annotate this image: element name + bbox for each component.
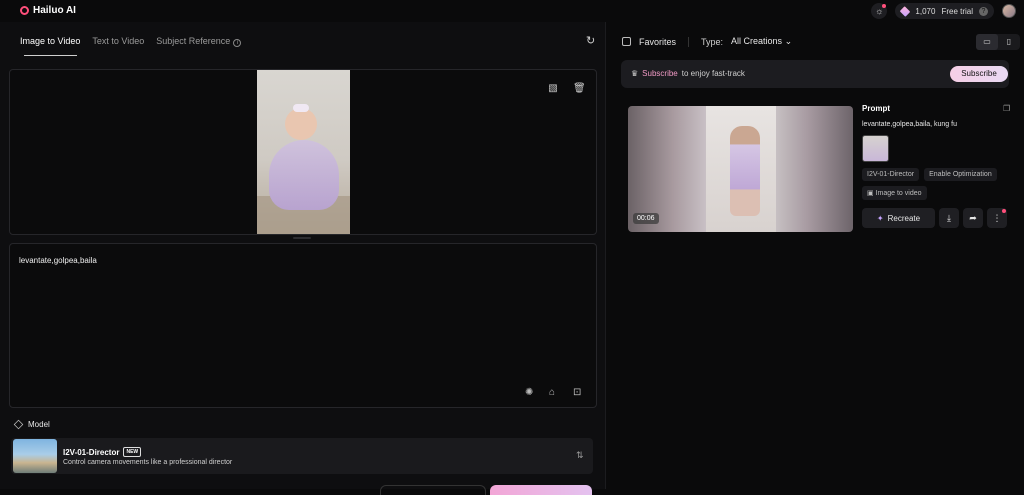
video-meta: Prompt ❐ levantate,golpea,baila, kung fu… (862, 104, 1012, 228)
camera-movement-icon[interactable]: ⊡ (573, 387, 581, 398)
left-panel: Image to Video Text to Video Subject Ref… (0, 22, 605, 495)
gem-icon (900, 5, 911, 17)
camera-icon[interactable]: ⌂ (549, 387, 555, 398)
reset-icon[interactable]: ↻ (586, 34, 595, 47)
user-avatar[interactable] (1002, 4, 1016, 18)
notification-button[interactable]: ☼ (871, 3, 888, 19)
video-preview[interactable]: 00:06 (628, 106, 853, 232)
video-tags: I2V-01-Director Enable Optimization ▣ Im… (862, 168, 1012, 200)
model-section-label: Model (13, 419, 50, 430)
model-name: I2V-01-Director NEW (63, 447, 142, 457)
chip-model: I2V-01-Director (862, 168, 920, 181)
app-logo[interactable]: Hailuo AI (20, 5, 76, 16)
filter-separator (688, 36, 690, 47)
hailuo-logo-icon (20, 6, 29, 15)
sparkle-icon: ✦ (876, 213, 884, 223)
type-dropdown[interactable]: All Creations ⌄ (731, 36, 792, 47)
help-icon[interactable]: ? (979, 6, 988, 16)
subscribe-link[interactable]: Subscribe (642, 69, 678, 78)
tab-image-to-video[interactable]: Image to Video (20, 36, 80, 47)
info-icon[interactable]: i (233, 39, 242, 47)
type-value: All Creations (731, 36, 783, 46)
credits-count: 1,070 (915, 6, 936, 16)
image-bow (293, 104, 309, 112)
chip-mode-label: Image to video (875, 190, 922, 197)
video-subject (730, 126, 760, 216)
model-selector[interactable]: I2V-01-Director NEW Control camera movem… (11, 438, 593, 474)
generate-button[interactable] (490, 485, 592, 495)
source-image-thumbnail[interactable] (862, 135, 889, 162)
share-icon: ➦ (969, 213, 977, 223)
subscribe-rest: to enjoy fast-track (681, 69, 745, 78)
swap-icon[interactable]: ⇅ (576, 450, 584, 461)
magic-sparkle-icon[interactable]: ✺ (525, 387, 533, 398)
new-badge: NEW (123, 447, 142, 457)
active-tab-underline (24, 55, 77, 56)
image-icon: ▣ (867, 190, 874, 197)
share-button[interactable]: ➦ (963, 208, 983, 228)
model-description: Control camera movements like a professi… (63, 459, 233, 466)
replace-image-icon[interactable]: ▧ (547, 83, 559, 95)
video-prompt-text: levantate,golpea,baila, kung fu (862, 121, 957, 128)
mode-tabs: Image to Video Text to Video Subject Ref… (20, 36, 242, 47)
image-upload-area[interactable]: ▧ 🗑 (9, 69, 597, 235)
right-panel: Favorites Type: All Creations ⌄ ▭ ▯ ♛ Su… (606, 22, 1024, 489)
notification-dot (882, 4, 887, 8)
credits-pill[interactable]: 1,070 Free trial ? (895, 3, 994, 19)
video-actions: ✦ Recreate ⤓ ➦ ⋮ (862, 208, 1012, 228)
delete-image-icon[interactable]: 🗑 (573, 83, 586, 95)
chevron-down-icon: ⌄ (784, 36, 793, 46)
top-bar: Hailuo AI ☼ 1,070 Free trial ? (0, 0, 1024, 22)
secondary-action-button[interactable] (380, 485, 486, 495)
tab-subject-reference-label: Subject Reference (156, 36, 231, 46)
image-dress (269, 140, 339, 210)
more-button[interactable]: ⋮ (987, 208, 1007, 228)
prompt-heading: Prompt (862, 104, 890, 113)
favorites-checkbox[interactable] (622, 37, 631, 46)
recreate-label: Recreate (887, 213, 921, 223)
subscribe-banner: ♛ Subscribe to enjoy fast-track Subscrib… (621, 60, 1009, 88)
image-head (285, 108, 317, 140)
more-dot (1002, 209, 1006, 213)
download-icon: ⤓ (947, 213, 951, 223)
recreate-button[interactable]: ✦ Recreate (862, 208, 935, 228)
prompt-textarea[interactable]: levantate,golpea,baila ✺ ⌂ ⊡ (9, 243, 597, 408)
video-duration: 00:06 (633, 213, 659, 224)
model-thumbnail (13, 439, 57, 473)
subscribe-button[interactable]: Subscribe (950, 66, 1008, 82)
chip-mode: ▣ Image to video (862, 186, 927, 200)
top-right-controls: ☼ 1,070 Free trial ? (871, 3, 1016, 19)
type-label: Type: (701, 36, 724, 47)
resize-handle[interactable] (293, 237, 311, 239)
crown-icon: ♛ (631, 69, 639, 78)
app-name: Hailuo AI (33, 5, 76, 16)
tab-subject-reference[interactable]: Subject Reference i (156, 36, 242, 47)
list-view-icon[interactable]: ▯ (998, 34, 1020, 50)
chip-optimization: Enable Optimization (924, 168, 997, 181)
download-button[interactable]: ⤓ (939, 208, 959, 228)
tab-text-to-video[interactable]: Text to Video (92, 36, 144, 47)
view-toggle: ▭ ▯ (976, 34, 1020, 50)
model-name-text: I2V-01-Director (63, 447, 120, 457)
grid-view-icon[interactable]: ▭ (976, 34, 998, 50)
subscribe-text: ♛ Subscribe to enjoy fast-track (631, 69, 745, 78)
copy-icon[interactable]: ❐ (1003, 104, 1010, 113)
model-label-text: Model (28, 420, 50, 429)
filter-bar: Favorites Type: All Creations ⌄ (622, 36, 792, 47)
more-icon: ⋮ (992, 213, 1002, 223)
prompt-text: levantate,golpea,baila (19, 256, 97, 265)
uploaded-image (257, 70, 350, 234)
free-trial-label: Free trial (941, 6, 973, 16)
favorites-label: Favorites (639, 36, 677, 47)
cube-icon (13, 419, 24, 430)
